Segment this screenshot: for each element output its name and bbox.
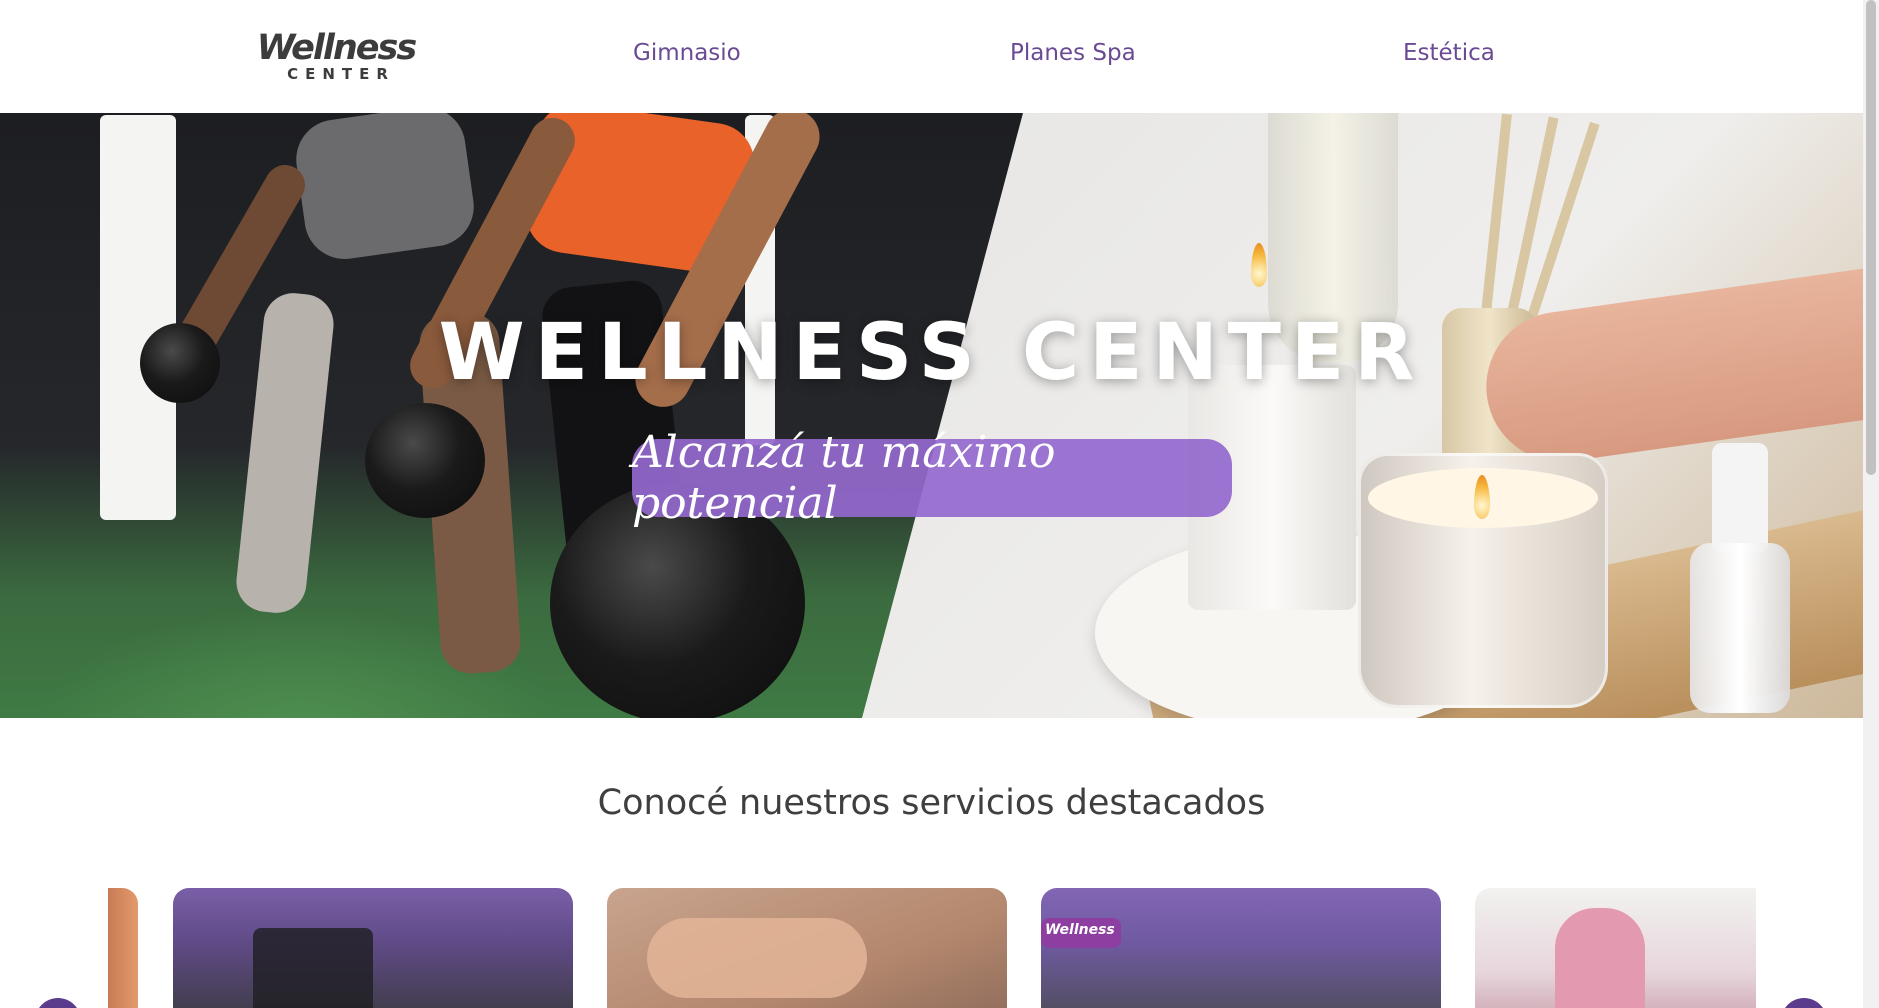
- nav-link-planes-spa[interactable]: Planes Spa: [1010, 40, 1136, 66]
- carousel-prev-button[interactable]: [35, 998, 81, 1008]
- carousel-next-button[interactable]: [1781, 998, 1827, 1008]
- services-title: Conocé nuestros servicios destacados: [597, 783, 1266, 823]
- athlete-shirt: [291, 113, 479, 265]
- logo-main-text: Wellness: [256, 28, 417, 68]
- nav-link-gimnasio[interactable]: Gimnasio: [633, 40, 741, 66]
- spray-bottle-cap: [1712, 443, 1768, 553]
- electrode-hand: [647, 918, 867, 998]
- service-card[interactable]: [173, 888, 573, 1008]
- service-card[interactable]: [108, 888, 138, 1008]
- trainer-client: [1555, 908, 1645, 1008]
- wellness-center-logo[interactable]: Wellness CENTER: [256, 28, 417, 83]
- diffuser-stick: [1505, 116, 1559, 325]
- spray-bottle: [1690, 543, 1790, 713]
- scrollbar-thumb[interactable]: [1866, 0, 1876, 475]
- vertical-scrollbar[interactable]: [1863, 0, 1879, 1008]
- exercise-bike: [253, 928, 373, 1008]
- hero-title: WELLNESS CENTER: [438, 308, 1425, 398]
- hero-tagline: Alcanzá tu máximo potencial: [632, 427, 1056, 529]
- hero-tagline-pill: Alcanzá tu máximo potencial: [632, 427, 1232, 529]
- service-card[interactable]: Wellness: [1041, 888, 1441, 1008]
- candle-flame-icon: [1251, 243, 1267, 287]
- service-card[interactable]: [1475, 888, 1756, 1008]
- wellness-sign-text: Wellness: [1045, 922, 1115, 938]
- nav-link-estetica[interactable]: Estética: [1403, 40, 1495, 66]
- hero-banner: WELLNESS CENTER Alcanzá tu máximo potenc…: [0, 113, 1863, 718]
- service-card[interactable]: [607, 888, 1007, 1008]
- diffuser-stick: [1525, 121, 1600, 325]
- logo-sub-text: CENTER: [287, 65, 395, 83]
- diffuser-stick: [1480, 113, 1512, 324]
- kettlebell-icon: [365, 403, 485, 518]
- site-header: Wellness CENTER Gimnasio Planes Spa Esté…: [0, 0, 1863, 113]
